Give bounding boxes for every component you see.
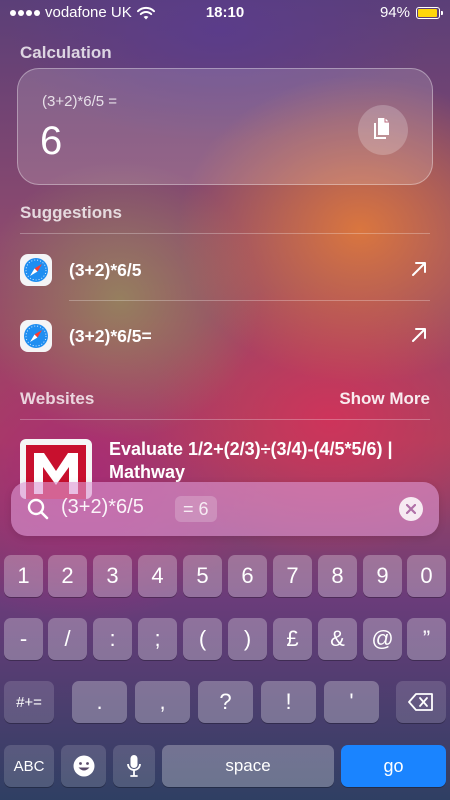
key-quote[interactable]: ” [407,618,446,660]
copy-result-button[interactable] [358,105,408,155]
backspace-key[interactable] [396,681,446,723]
show-more-button[interactable]: Show More [339,389,430,409]
battery-icon [416,6,443,19]
emoji-key[interactable] [61,745,106,787]
copy-icon [374,118,389,139]
key-0[interactable]: 0 [407,555,446,597]
key-close-paren[interactable]: ) [228,618,267,660]
section-title-calculation: Calculation [20,43,112,62]
arrow-up-right-icon [412,262,426,276]
key-8[interactable]: 8 [318,555,357,597]
microphone-icon [127,755,141,777]
go-key[interactable]: go [341,745,446,787]
website-result-row[interactable]: Evaluate 1/2+(2/3)÷(3/4)-(4/5*5/6) | Mat… [0,430,450,499]
close-icon [406,504,416,514]
key-5[interactable]: 5 [183,555,222,597]
suggestion-label: (3+2)*6/5 [69,260,142,280]
key-pound[interactable]: £ [273,618,312,660]
arrow-up-right-icon [412,328,426,342]
abc-key[interactable]: ABC [4,745,54,787]
clear-search-button[interactable] [399,497,423,521]
key-colon[interactable]: : [93,618,132,660]
battery-status: 94% [379,4,443,21]
section-title-suggestions: Suggestions [20,203,123,222]
section-title-websites: Websites [20,389,95,408]
key-ampersand[interactable]: & [318,618,357,660]
key-comma[interactable]: , [135,681,190,723]
divider [20,419,430,420]
safari-icon [20,320,52,352]
key-7[interactable]: 7 [273,555,312,597]
keyboard: 1 2 3 4 5 6 7 8 9 0 - / : ; ( ) £ & @ ” … [0,540,450,800]
key-question[interactable]: ? [198,681,253,723]
key-open-paren[interactable]: ( [183,618,222,660]
website-title: Evaluate 1/2+(2/3)÷(3/4)-(4/5*5/6) | Mat… [109,439,393,482]
divider [69,300,430,301]
status-bar: vodafone UK 18:10 94% [0,0,450,26]
space-key[interactable]: space [162,745,334,787]
calculation-result: 6 [40,119,63,163]
battery-percent: 94% [379,4,410,21]
key-slash[interactable]: / [48,618,87,660]
search-bar[interactable]: (3+2)*6/5 = 6 [11,482,439,536]
key-period[interactable]: . [72,681,127,723]
key-9[interactable]: 9 [363,555,402,597]
key-hyphen[interactable]: - [4,618,43,660]
key-semicolon[interactable]: ; [138,618,177,660]
backspace-icon [408,693,433,711]
inline-result-hint: = 6 [175,496,217,522]
calculation-expression: (3+2)*6/5 = [42,93,118,110]
divider [20,233,430,234]
more-symbols-key[interactable]: #+= [4,681,54,723]
suggestion-row[interactable]: (3+2)*6/5= [0,306,450,366]
key-at[interactable]: @ [363,618,402,660]
search-input[interactable]: (3+2)*6/5 [61,496,144,519]
key-apostrophe[interactable]: ' [324,681,379,723]
key-6[interactable]: 6 [228,555,267,597]
key-exclamation[interactable]: ! [261,681,316,723]
safari-icon [20,254,52,286]
dictation-key[interactable] [113,745,155,787]
suggestion-label: (3+2)*6/5= [69,326,152,346]
key-3[interactable]: 3 [93,555,132,597]
key-2[interactable]: 2 [48,555,87,597]
suggestion-row[interactable]: (3+2)*6/5 [0,240,450,300]
emoji-icon [73,755,94,777]
calculation-card[interactable]: (3+2)*6/5 = 6 [17,68,433,185]
key-1[interactable]: 1 [4,555,43,597]
key-4[interactable]: 4 [138,555,177,597]
search-icon [27,498,49,520]
